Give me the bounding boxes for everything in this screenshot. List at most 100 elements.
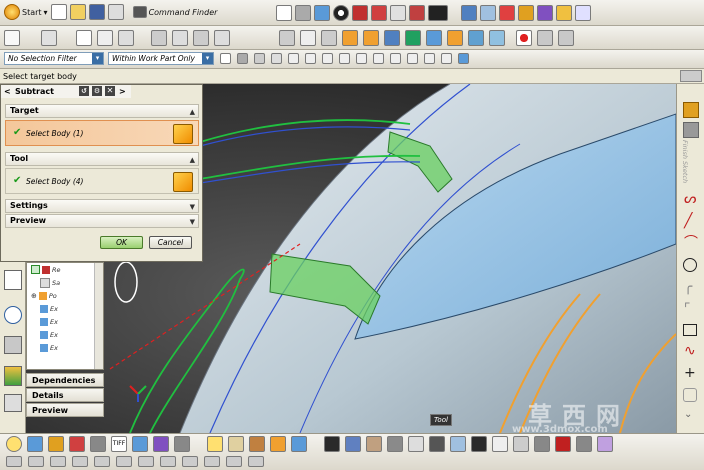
new-file-icon[interactable] — [50, 4, 67, 20]
select-body-icon[interactable] — [173, 172, 193, 192]
revolve-icon[interactable] — [172, 30, 188, 46]
list-item[interactable]: Ex — [27, 328, 103, 341]
clip-icon[interactable] — [116, 456, 132, 467]
target-selection-row[interactable]: ✔ Select Body (1) — [5, 120, 199, 146]
hide-icon[interactable] — [138, 456, 154, 467]
invert-icon[interactable] — [182, 456, 198, 467]
render-style-icon[interactable] — [352, 5, 368, 21]
midpoint-icon[interactable] — [305, 53, 316, 64]
edge-shaded-icon[interactable] — [409, 5, 425, 21]
checkbox-icon[interactable] — [31, 265, 40, 274]
shadow-icon[interactable] — [429, 436, 445, 452]
select-icon[interactable] — [220, 53, 231, 64]
more-tools-icon[interactable]: ⌄ — [684, 410, 692, 420]
datum-plane-icon[interactable] — [41, 30, 57, 46]
select-edge-icon[interactable] — [254, 53, 265, 64]
curve-icon[interactable] — [76, 30, 92, 46]
finish-sketch-button[interactable] — [683, 102, 699, 118]
select-body-icon[interactable] — [173, 124, 193, 144]
arc-center-icon[interactable] — [356, 53, 367, 64]
list-item[interactable]: Ex — [27, 302, 103, 315]
record-icon[interactable] — [516, 30, 532, 46]
chamfer-icon[interactable]: ⌜ — [684, 302, 691, 316]
background-image-icon[interactable] — [366, 436, 382, 452]
edit-object-icon[interactable] — [204, 456, 220, 467]
rotate-view-icon[interactable] — [295, 5, 311, 21]
trim-body-icon[interactable] — [468, 30, 484, 46]
intersect-icon[interactable] — [321, 30, 337, 46]
stage-icon[interactable] — [387, 436, 403, 452]
texture-icon[interactable] — [69, 436, 85, 452]
circle-icon[interactable] — [683, 258, 697, 272]
hole-icon[interactable] — [193, 30, 209, 46]
select-point-icon[interactable] — [271, 53, 282, 64]
quadrant-icon[interactable] — [373, 53, 384, 64]
lamp-icon[interactable] — [228, 436, 244, 452]
selection-filter-dropdown[interactable]: No Selection Filter ▾ — [4, 52, 104, 65]
web-browser-tab[interactable] — [4, 336, 22, 354]
rotate-icon[interactable] — [50, 456, 66, 467]
shaded-cube-icon[interactable] — [371, 5, 387, 21]
show-icon[interactable] — [160, 456, 176, 467]
light-icon[interactable] — [207, 436, 223, 452]
perspective-icon[interactable] — [492, 436, 508, 452]
endpoint-icon[interactable] — [288, 53, 299, 64]
part-navigator-tab[interactable] — [4, 270, 22, 290]
pattern-icon[interactable] — [405, 30, 421, 46]
expand-icon[interactable]: > — [119, 85, 126, 98]
preview-section-header[interactable]: Preview ▼ — [5, 214, 199, 228]
collapse-icon[interactable]: < — [4, 85, 11, 98]
intersection-icon[interactable] — [339, 53, 350, 64]
split-body-icon[interactable] — [489, 30, 505, 46]
wireframe-cube-icon[interactable] — [390, 5, 406, 21]
point-on-face-icon[interactable] — [424, 53, 435, 64]
spline-icon[interactable] — [118, 30, 134, 46]
extrude-icon[interactable] — [151, 30, 167, 46]
reflection-icon[interactable] — [450, 436, 466, 452]
list-item[interactable]: ⊕ Po — [27, 289, 103, 302]
orient-icon[interactable] — [480, 5, 496, 21]
fillet-icon[interactable]: ╭ — [684, 280, 692, 294]
tree-scrollbar[interactable] — [94, 263, 103, 369]
select-faces-icon[interactable] — [237, 53, 248, 64]
thicken-icon[interactable] — [447, 30, 463, 46]
tool-section-header[interactable]: Tool ▲ — [5, 152, 199, 166]
snap-icon[interactable] — [518, 5, 534, 21]
unite-icon[interactable] — [279, 30, 295, 46]
list-item[interactable]: Sa — [27, 276, 103, 289]
selection-scope-dropdown[interactable]: Within Work Part Only ▾ — [108, 52, 214, 65]
save-icon[interactable] — [88, 4, 105, 20]
sketch-view-icon[interactable] — [471, 436, 487, 452]
sketch-panel-icon[interactable] — [683, 122, 699, 138]
shell-icon[interactable] — [342, 30, 358, 46]
open-folder-icon[interactable] — [69, 4, 86, 20]
line-icon[interactable]: ╱ — [684, 214, 692, 228]
zoom-icon[interactable] — [6, 456, 22, 467]
background-icon[interactable] — [428, 5, 448, 21]
section-icon[interactable] — [94, 456, 110, 467]
existing-point-icon[interactable] — [390, 53, 401, 64]
history-tab[interactable] — [4, 306, 22, 324]
wcs-icon[interactable] — [499, 5, 515, 21]
mirror-icon[interactable] — [384, 30, 400, 46]
lightbulb-icon[interactable] — [6, 436, 22, 452]
expand-icon[interactable]: ⊕ — [31, 292, 37, 300]
calculator-icon[interactable] — [537, 30, 553, 46]
palette-icon[interactable] — [597, 436, 613, 452]
film-icon[interactable] — [324, 436, 340, 452]
list-item[interactable]: Ex — [27, 315, 103, 328]
record-movie-icon[interactable] — [555, 436, 571, 452]
details-panel-header[interactable]: Details — [26, 388, 104, 402]
arc-icon[interactable] — [97, 30, 113, 46]
point-icon[interactable]: + — [684, 366, 696, 380]
hatch-icon[interactable] — [575, 5, 591, 21]
tiff-export-icon[interactable]: TIFF — [111, 436, 127, 452]
rectangle-icon[interactable] — [683, 324, 697, 336]
point-on-curve-icon[interactable] — [407, 53, 418, 64]
arc-tool-icon[interactable]: ⌒ — [684, 236, 698, 250]
cut-icon[interactable] — [107, 4, 124, 20]
scene-icon[interactable] — [345, 436, 361, 452]
cube-select-icon[interactable] — [291, 436, 307, 452]
list-item[interactable]: Ex — [27, 341, 103, 354]
gear-icon[interactable]: ⚙ — [92, 86, 102, 96]
